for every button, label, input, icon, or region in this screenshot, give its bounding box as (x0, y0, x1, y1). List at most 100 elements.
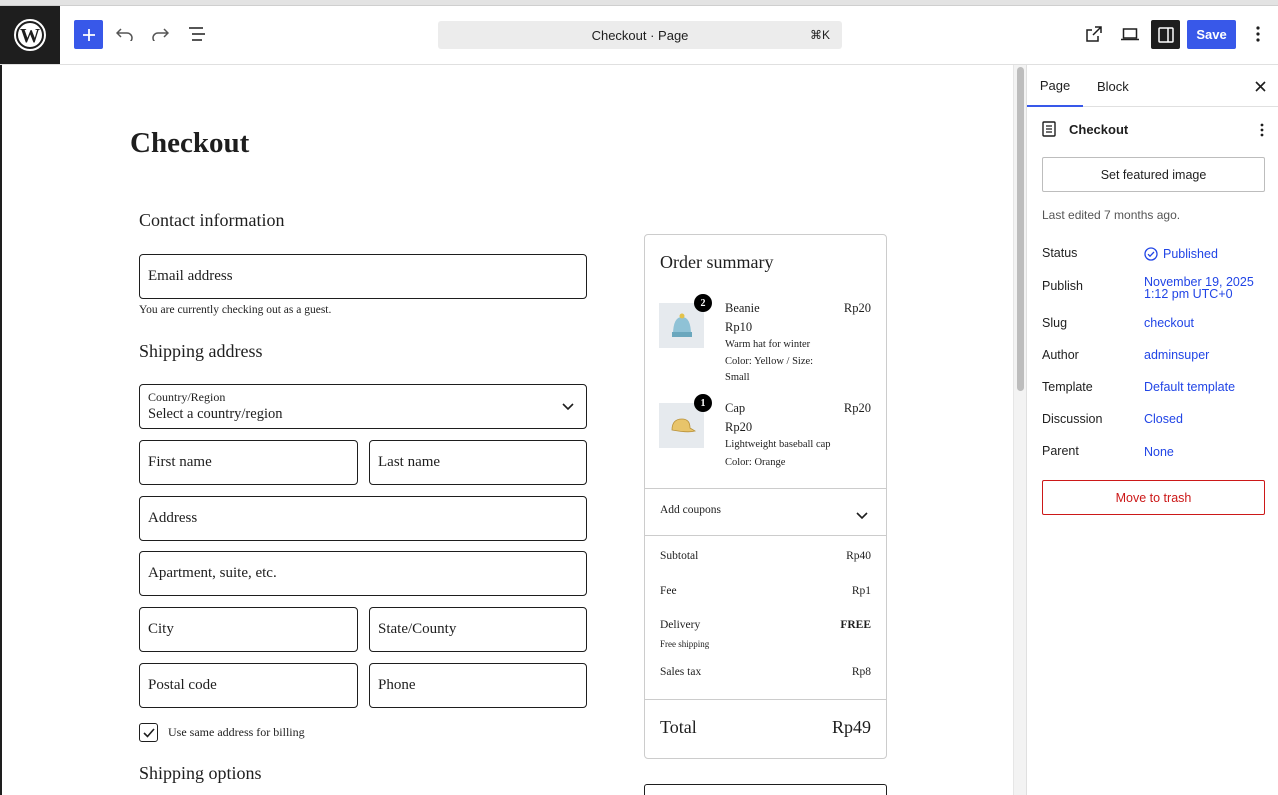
city-field[interactable]: City (139, 607, 358, 652)
subtotal-value: Rp40 (846, 550, 871, 562)
status-value[interactable]: Published (1144, 247, 1218, 261)
contact-heading: Contact information (139, 210, 285, 230)
total-value: Rp49 (831, 717, 871, 737)
template-value[interactable]: Default template (1144, 381, 1235, 394)
country-label: Country/Region (148, 390, 226, 404)
page-title[interactable]: Checkout (130, 127, 249, 160)
apartment-field[interactable]: Apartment, suite, etc. (139, 551, 587, 596)
parent-label: Parent (1042, 444, 1079, 458)
scroll-thumb[interactable] (1017, 67, 1024, 391)
country-value: Select a country/region (148, 406, 283, 422)
item-variant: Color: Yellow / Size: Small (725, 356, 814, 383)
address-field[interactable]: Address (139, 496, 587, 541)
shipping-options-heading: Shipping options (139, 763, 262, 783)
tax-value: Rp8 (851, 666, 871, 678)
quantity-badge: 1 (694, 394, 712, 412)
set-featured-image-button[interactable]: Set featured image (1042, 157, 1265, 192)
discussion-value[interactable]: Closed (1144, 413, 1183, 426)
state-placeholder: State/County (378, 621, 457, 637)
command-palette-button[interactable]: Checkout · Page ⌘K (438, 21, 842, 49)
status-label: Status (1042, 246, 1078, 260)
shipping-heading: Shipping address (139, 341, 263, 361)
publish-label: Publish (1042, 279, 1083, 293)
add-block-button[interactable] (74, 20, 103, 49)
document-header: Checkout (1042, 121, 1128, 137)
item-line-price: Rp20 (843, 301, 871, 315)
quantity-badge: 2 (694, 294, 712, 312)
shortcut-hint: ⌘K (809, 28, 830, 42)
order-summary: Order summary 2 Beanie Rp20 Rp10 Warm ha… (644, 234, 887, 759)
delivery-label: Delivery (660, 619, 701, 631)
divider (645, 488, 886, 489)
email-placeholder: Email address (148, 268, 233, 284)
chevron-down-icon[interactable] (856, 507, 868, 525)
redo-icon[interactable] (148, 22, 172, 46)
next-block (644, 784, 887, 795)
item-variant: Color: Orange (725, 457, 786, 468)
more-options-icon[interactable] (1260, 123, 1264, 142)
editor-toolbar: W Checkout · Page ⌘K Save (0, 6, 1278, 65)
delivery-note: Free shipping (660, 639, 710, 649)
subtotal-label: Subtotal (660, 550, 699, 562)
fee-label: Fee (660, 585, 677, 597)
document-title: Checkout · Page (591, 27, 689, 43)
device-preview-icon[interactable] (1117, 22, 1143, 46)
divider (645, 699, 886, 700)
canvas-scrollbar[interactable] (1013, 65, 1026, 795)
apartment-placeholder: Apartment, suite, etc. (148, 565, 277, 581)
last-name-placeholder: Last name (378, 454, 441, 470)
add-coupons-toggle[interactable]: Add coupons (660, 504, 721, 516)
slug-value[interactable]: checkout (1144, 317, 1194, 330)
save-button[interactable]: Save (1187, 20, 1236, 49)
city-placeholder: City (148, 621, 174, 637)
same-billing-checkbox[interactable] (139, 723, 158, 742)
wordpress-logo-icon[interactable]: W (0, 6, 60, 64)
postal-code-field[interactable]: Postal code (139, 663, 358, 708)
item-unit-price: Rp10 (725, 320, 753, 334)
sidebar-tabs: Page Block (1027, 65, 1278, 107)
author-value[interactable]: adminsuper (1144, 349, 1209, 362)
email-field[interactable]: Email address (139, 254, 587, 299)
settings-panel-icon[interactable] (1151, 20, 1180, 49)
template-label: Template (1042, 380, 1093, 394)
item-name: Beanie (725, 301, 760, 315)
divider (645, 535, 886, 536)
item-unit-price: Rp20 (725, 420, 753, 434)
tab-page[interactable]: Page (1027, 65, 1083, 107)
undo-icon[interactable] (113, 22, 137, 46)
tax-label: Sales tax (660, 666, 702, 678)
address-placeholder: Address (148, 510, 198, 526)
page-icon (1042, 121, 1056, 137)
slug-label: Slug (1042, 316, 1068, 330)
editor-canvas: Checkout Contact information Email addre… (0, 65, 1026, 795)
more-options-icon[interactable] (1248, 22, 1268, 46)
summary-title: Order summary (660, 252, 774, 272)
country-select[interactable]: Country/Region Select a country/region (139, 384, 587, 429)
author-label: Author (1042, 348, 1079, 362)
parent-value[interactable]: None (1144, 446, 1174, 459)
fee-value: Rp1 (851, 585, 871, 597)
state-field[interactable]: State/County (369, 607, 587, 652)
tab-block[interactable]: Block (1097, 65, 1129, 107)
item-line-price: Rp20 (843, 401, 871, 415)
phone-placeholder: Phone (378, 677, 416, 693)
item-description: Lightweight baseball cap (725, 439, 831, 450)
move-to-trash-button[interactable]: Move to trash (1042, 480, 1265, 515)
delivery-value: FREE (840, 619, 871, 631)
close-icon[interactable] (1251, 77, 1269, 95)
same-billing-row[interactable]: Use same address for billing (139, 723, 305, 742)
document-name: Checkout (1069, 121, 1129, 137)
status-text: Published (1163, 247, 1218, 261)
chevron-down-icon (562, 399, 574, 416)
publish-value[interactable]: November 19, 2025 1:12 pm UTC+0 (1144, 276, 1254, 301)
total-label: Total (660, 717, 697, 737)
first-name-placeholder: First name (148, 454, 212, 470)
last-name-field[interactable]: Last name (369, 440, 587, 485)
last-edited-text: Last edited 7 months ago. (1042, 208, 1181, 222)
same-billing-label: Use same address for billing (168, 725, 305, 739)
item-description: Warm hat for winter (725, 339, 811, 350)
view-page-icon[interactable] (1082, 22, 1106, 46)
first-name-field[interactable]: First name (139, 440, 358, 485)
document-overview-icon[interactable] (184, 22, 210, 46)
phone-field[interactable]: Phone (369, 663, 587, 708)
